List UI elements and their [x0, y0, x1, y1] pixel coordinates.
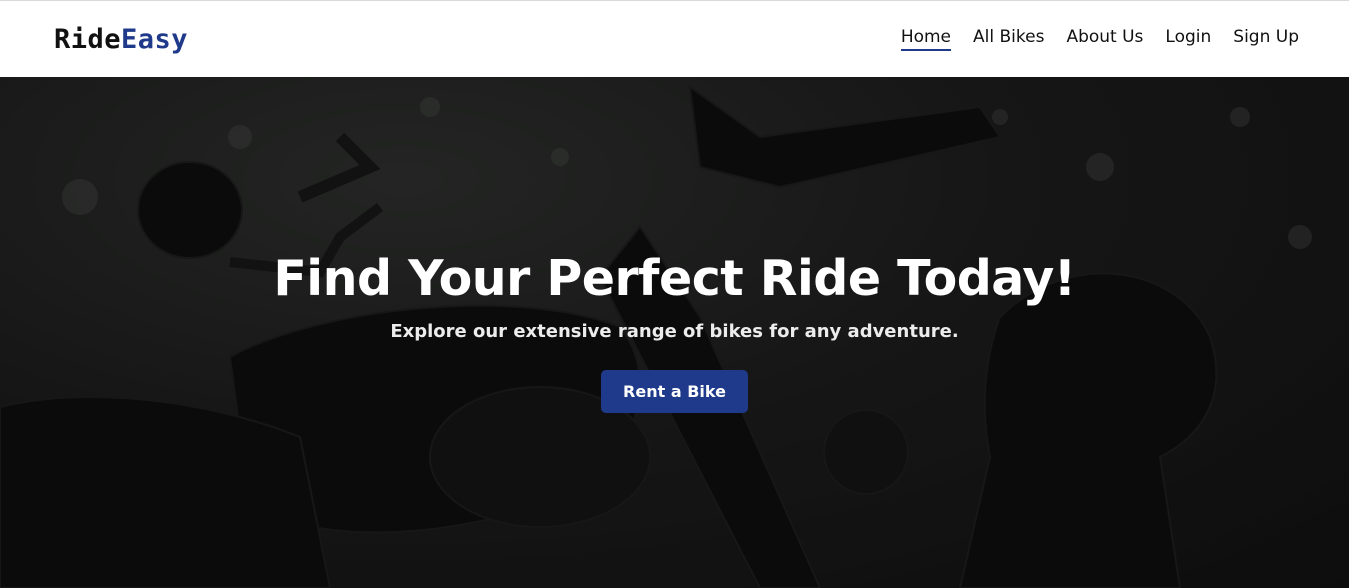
navbar: RideEasy Home All Bikes About Us Login S…: [0, 0, 1349, 77]
nav-link-all-bikes[interactable]: All Bikes: [973, 27, 1044, 51]
nav-link-login[interactable]: Login: [1165, 27, 1211, 51]
hero-subtitle: Explore our extensive range of bikes for…: [390, 321, 959, 342]
nav-links: Home All Bikes About Us Login Sign Up: [900, 27, 1299, 51]
nav-link-about-us[interactable]: About Us: [1066, 27, 1143, 51]
hero-section: Find Your Perfect Ride Today! Explore ou…: [0, 77, 1349, 588]
brand-logo[interactable]: RideEasy: [54, 24, 188, 55]
nav-link-sign-up[interactable]: Sign Up: [1233, 27, 1299, 51]
nav-link-home[interactable]: Home: [900, 27, 952, 51]
brand-logo-part1: Ride: [54, 23, 122, 55]
rent-a-bike-button[interactable]: Rent a Bike: [601, 370, 748, 413]
hero-title: Find Your Perfect Ride Today!: [273, 250, 1076, 307]
hero-content: Find Your Perfect Ride Today! Explore ou…: [0, 77, 1349, 588]
brand-logo-part2: Easy: [121, 23, 189, 55]
